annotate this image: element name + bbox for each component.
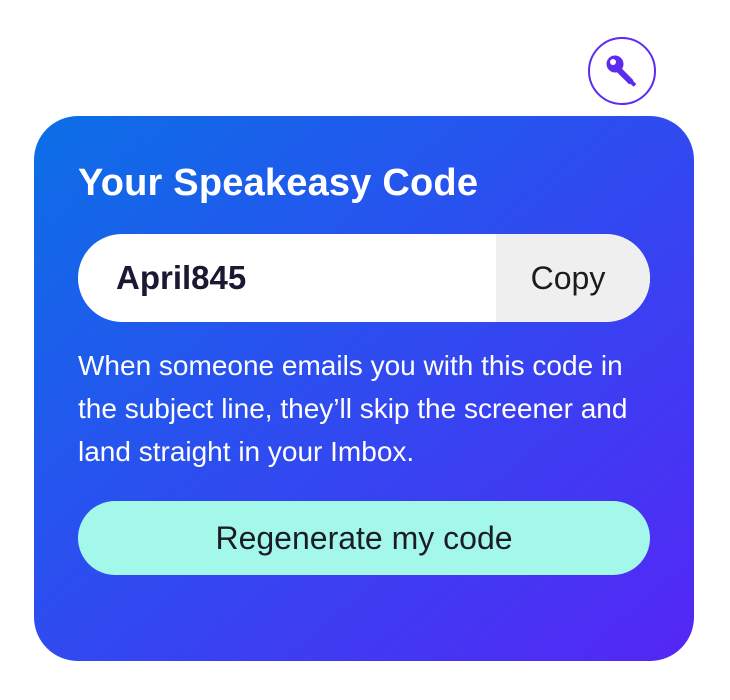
speakeasy-code-value[interactable]: April845 — [78, 234, 496, 322]
key-icon — [606, 55, 636, 87]
code-description: When someone emails you with this code i… — [78, 350, 628, 467]
speakeasy-card: Your Speakeasy Code April845 Copy When s… — [34, 116, 694, 661]
copy-button[interactable]: Copy — [496, 234, 650, 322]
card-title: Your Speakeasy Code — [78, 162, 479, 204]
speakeasy-panel: Your Speakeasy Code April845 Copy When s… — [0, 0, 730, 700]
key-badge-button[interactable] — [588, 37, 656, 105]
code-field: April845 Copy — [78, 234, 650, 322]
regenerate-code-button[interactable]: Regenerate my code — [78, 501, 650, 575]
